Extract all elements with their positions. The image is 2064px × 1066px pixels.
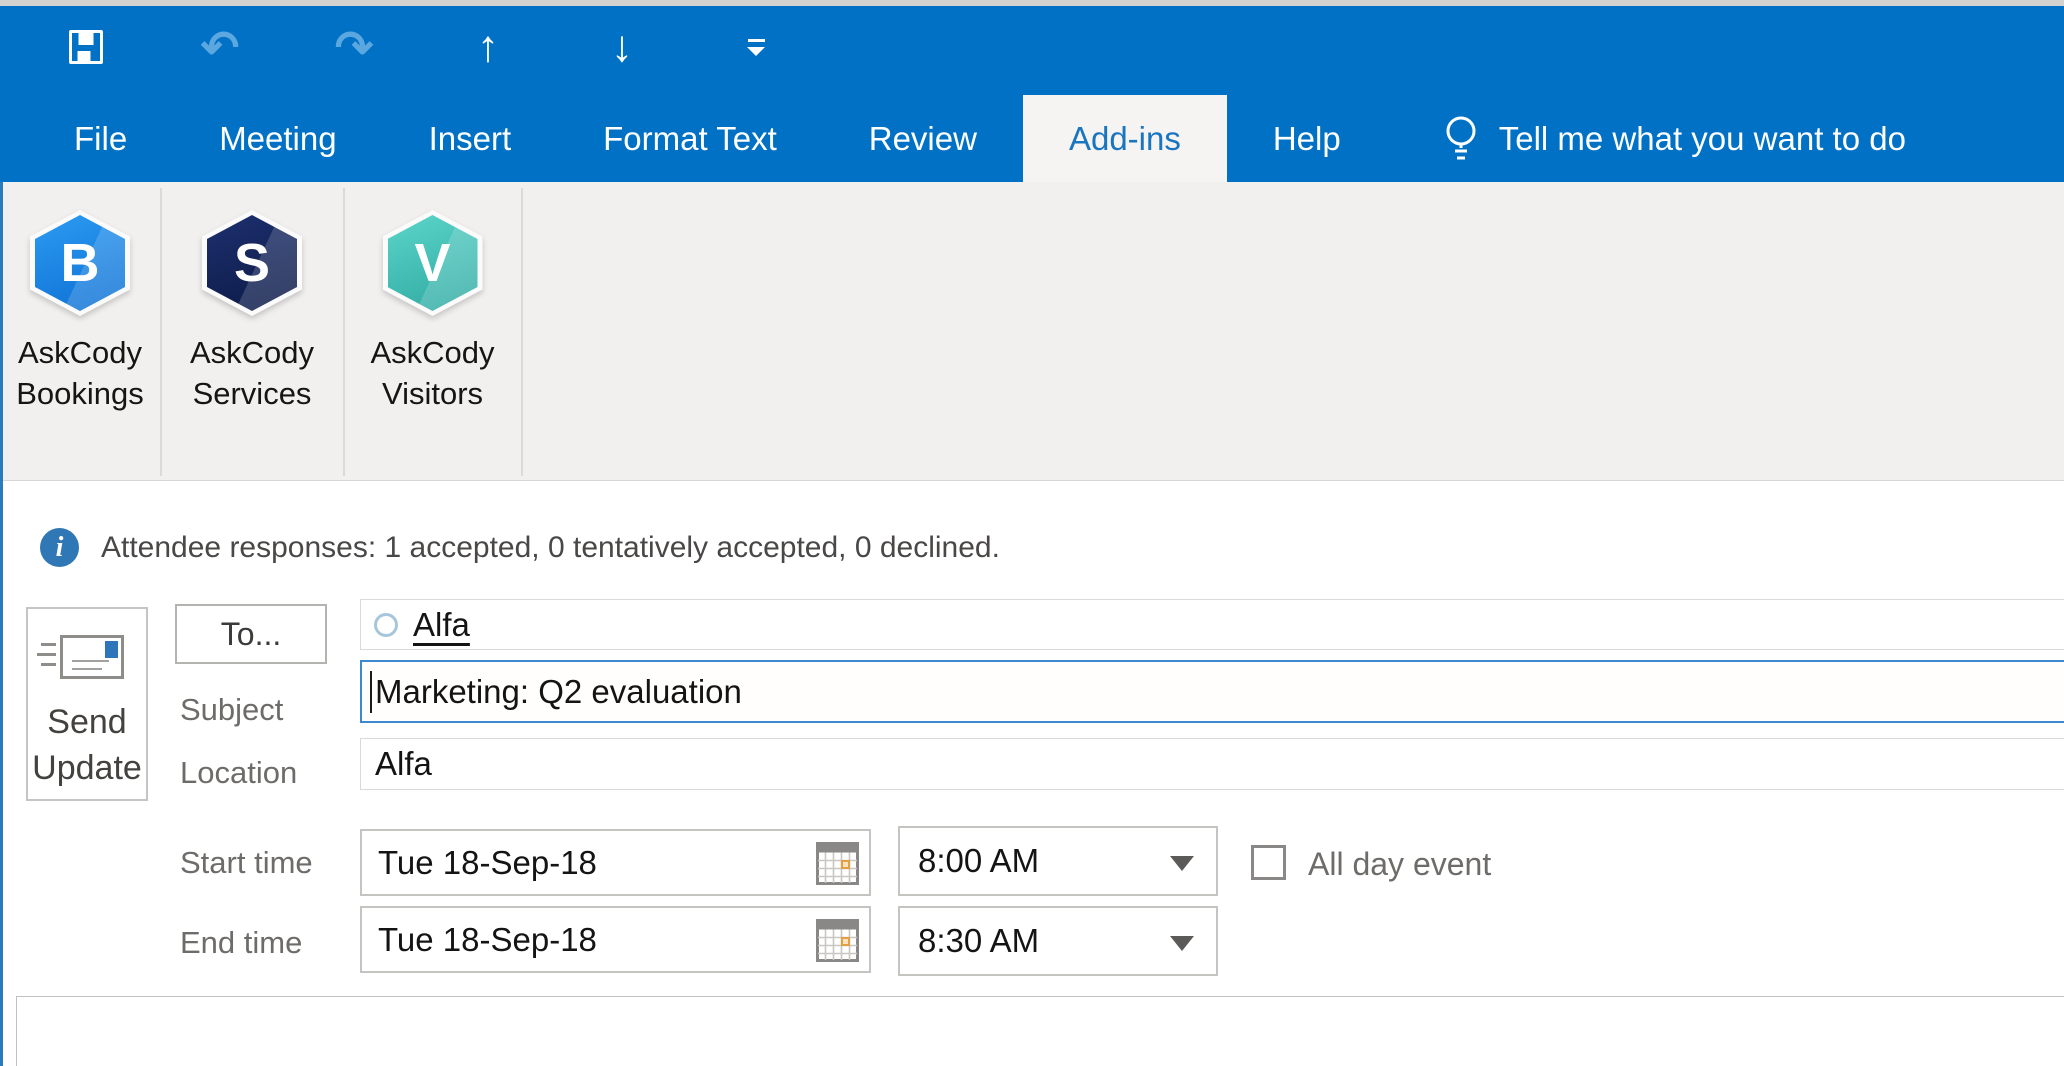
attendee-responses-text: Attendee responses: 1 accepted, 0 tentat…: [101, 531, 1000, 565]
start-time-label: Start time: [180, 845, 313, 881]
tab-add-ins[interactable]: Add-ins: [1023, 95, 1227, 182]
askcody-services-label: AskCody Services: [161, 332, 343, 414]
outlook-meeting-window: ↶ ↷ ↑ ↓ File Meeting Insert Format Text …: [0, 0, 2064, 1066]
tell-me-box[interactable]: Tell me what you want to do: [1439, 95, 1906, 182]
tab-review[interactable]: Review: [823, 95, 1023, 182]
calendar-icon[interactable]: [816, 919, 859, 962]
move-down-icon[interactable]: ↓: [598, 16, 646, 78]
attendee-info-bar: i Attendee responses: 1 accepted, 0 tent…: [40, 528, 1000, 567]
end-time-label: End time: [180, 925, 302, 961]
askcody-visitors-label: AskCody Visitors: [344, 332, 521, 414]
end-date-picker[interactable]: Tue 18-Sep-18: [360, 906, 871, 973]
send-envelope-icon: [60, 635, 124, 679]
send-update-label-line1: Send: [28, 703, 146, 742]
askcody-bookings-label: AskCody Bookings: [0, 332, 160, 414]
send-update-label-line2: Update: [28, 749, 146, 788]
tell-me-label: Tell me what you want to do: [1499, 120, 1906, 158]
meeting-body-editor[interactable]: [16, 996, 2064, 1066]
redo-icon[interactable]: ↷: [330, 16, 378, 78]
text-cursor: [370, 671, 372, 713]
askcody-services-button[interactable]: S AskCody Services: [161, 182, 343, 480]
dropdown-arrow-icon[interactable]: [1170, 856, 1194, 871]
start-time-dropdown[interactable]: 8:00 AM: [898, 826, 1218, 896]
move-up-icon[interactable]: ↑: [464, 16, 512, 78]
save-icon[interactable]: [62, 16, 110, 78]
to-button[interactable]: To...: [175, 604, 327, 664]
ribbon-separator: [160, 188, 162, 476]
askcody-visitors-button[interactable]: V AskCody Visitors: [344, 182, 521, 480]
undo-icon[interactable]: ↶: [196, 16, 244, 78]
all-day-event-label: All day event: [1308, 846, 1491, 883]
subject-label: Subject: [180, 692, 283, 728]
tab-file[interactable]: File: [28, 95, 173, 182]
askcody-visitors-icon: V: [383, 210, 483, 316]
tab-help[interactable]: Help: [1227, 95, 1387, 182]
tab-insert[interactable]: Insert: [383, 95, 558, 182]
askcody-bookings-icon: B: [30, 210, 130, 316]
askcody-bookings-button[interactable]: B AskCody Bookings: [0, 182, 160, 480]
tab-format-text[interactable]: Format Text: [557, 95, 823, 182]
presence-status-icon: [374, 613, 398, 637]
start-date-picker[interactable]: Tue 18-Sep-18: [360, 829, 871, 896]
location-label: Location: [180, 755, 297, 791]
send-update-button[interactable]: Send Update: [26, 607, 148, 801]
info-icon: i: [40, 528, 79, 567]
ribbon-separator: [521, 188, 523, 476]
end-time-dropdown[interactable]: 8:30 AM: [898, 906, 1218, 976]
quick-access-toolbar: ↶ ↷ ↑ ↓: [62, 16, 866, 78]
subject-input[interactable]: Marketing: Q2 evaluation: [360, 660, 2064, 723]
lightbulb-icon: [1439, 111, 1483, 167]
to-recipients-field[interactable]: Alfa: [360, 599, 2064, 650]
ribbon-add-ins-group: B AskCody Bookings S AskCody Services V: [0, 182, 2064, 481]
all-day-event-checkbox[interactable]: [1251, 845, 1286, 880]
ribbon-separator: [343, 188, 345, 476]
dropdown-arrow-icon[interactable]: [1170, 936, 1194, 951]
title-ribbon-header: ↶ ↷ ↑ ↓ File Meeting Insert Format Text …: [0, 6, 2064, 182]
customize-toolbar-icon[interactable]: [732, 16, 780, 78]
askcody-services-icon: S: [202, 210, 302, 316]
ribbon-tab-bar: File Meeting Insert Format Text Review A…: [28, 95, 1906, 182]
location-input[interactable]: Alfa: [360, 738, 2064, 790]
window-left-edge: [0, 182, 3, 1066]
tab-meeting[interactable]: Meeting: [173, 95, 382, 182]
recipient-alfa[interactable]: Alfa: [413, 606, 470, 644]
calendar-icon[interactable]: [816, 842, 859, 885]
